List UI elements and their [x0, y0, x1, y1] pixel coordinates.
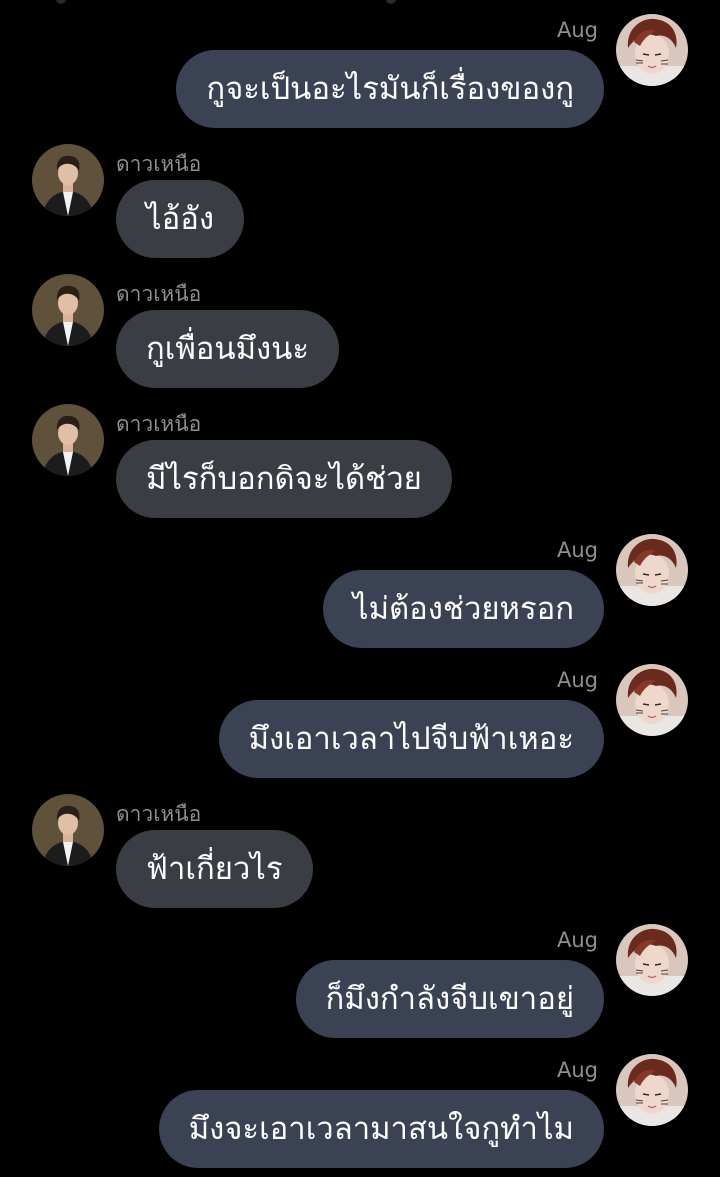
message-bubble[interactable]: มึงเอาเวลาไปจีบฟ้าเหอะ — [218, 700, 604, 778]
message-bubble[interactable]: ไม่ต้องช่วยหรอก — [323, 570, 604, 648]
sender-name: ดาวเหนือ — [116, 412, 202, 436]
avatar-daonuea-icon[interactable] — [32, 794, 104, 866]
avatar-aug-icon[interactable] — [616, 534, 688, 606]
message-bubble[interactable]: มึงจะเอาเวลามาสนใจกูทำไม — [158, 1090, 604, 1168]
message-bubble[interactable]: ไอ้อัง — [116, 180, 244, 258]
sender-name: ดาวเหนือ — [116, 282, 202, 306]
message-bubble[interactable]: มีไรก็บอกดิจะได้ช่วย — [116, 440, 452, 518]
avatar-daonuea-icon[interactable] — [32, 404, 104, 476]
message-bubble[interactable]: ก็มึงกำลังจีบเขาอยู่ — [295, 960, 604, 1038]
message-bubble[interactable]: กูจะเป็นอะไรมันก็เรื่องของกู — [176, 50, 604, 128]
chat-thread[interactable]: Aug กูจะเป็นอะไรมันก็เรื่องของกู ดาวเหนื… — [0, 0, 720, 1177]
message-bubble[interactable]: กูเพื่อนมึงนะ — [116, 310, 340, 388]
sender-name: ดาวเหนือ — [116, 802, 202, 826]
message-bubble[interactable]: ฟ้าเกี่ยวไร — [116, 830, 313, 908]
avatar-daonuea-icon[interactable] — [32, 144, 104, 216]
sender-name: ดาวเหนือ — [116, 152, 202, 176]
avatar-aug-icon[interactable] — [616, 14, 688, 86]
avatar-aug-icon[interactable] — [616, 924, 688, 996]
sender-name: Aug — [556, 668, 598, 692]
sender-name: Aug — [556, 1058, 598, 1082]
avatar-aug-icon[interactable] — [616, 1054, 688, 1126]
sender-name: Aug — [556, 538, 598, 562]
avatar-daonuea-icon[interactable] — [32, 274, 104, 346]
avatar-aug-icon[interactable] — [616, 664, 688, 736]
sender-name: Aug — [556, 928, 598, 952]
sender-name: Aug — [556, 18, 598, 42]
